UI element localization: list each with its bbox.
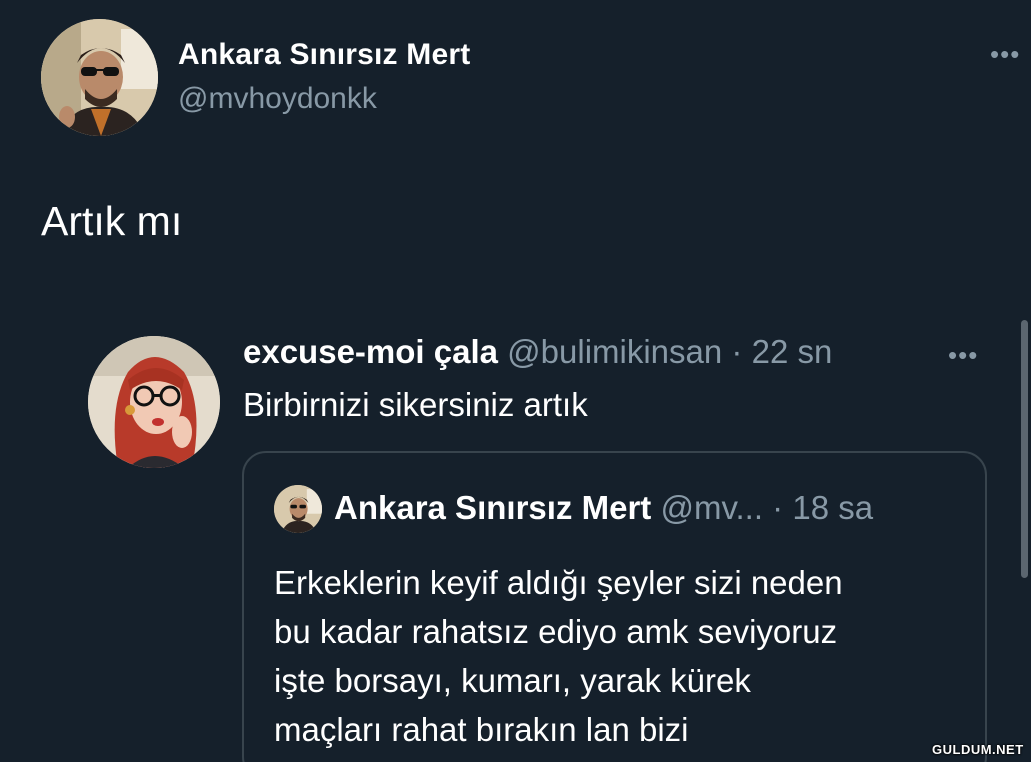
quoted-tweet-text: Erkeklerin keyif aldığı şeyler sizi nede… bbox=[274, 558, 964, 754]
avatar-image bbox=[41, 19, 158, 136]
quoted-text-line: işte borsayı, kumarı, yarak kürek bbox=[274, 662, 751, 699]
quoted-author-avatar bbox=[274, 485, 322, 533]
main-author-name[interactable]: Ankara Sınırsız Mert bbox=[178, 38, 470, 72]
reply-header: excuse-moi çala @bulimikinsan · 22 sn bbox=[243, 333, 832, 371]
watermark: GULDUM.NET bbox=[932, 742, 1024, 757]
separator-dot: · bbox=[731, 333, 743, 370]
separator-dot: · bbox=[772, 489, 784, 526]
quoted-header: Ankara Sınırsız Mert @mv... · 18 sa bbox=[334, 489, 873, 527]
avatar-image bbox=[88, 336, 220, 468]
reply-timestamp[interactable]: 22 sn bbox=[752, 333, 833, 370]
quoted-text-line: maçları rahat bırakın lan bizi bbox=[274, 711, 689, 748]
avatar-image bbox=[274, 485, 322, 533]
reply-tweet-text: Birbirnizi sikersiniz artık bbox=[243, 386, 588, 423]
scrollbar[interactable] bbox=[1021, 320, 1028, 578]
more-horizontal-icon[interactable]: ••• bbox=[948, 340, 978, 371]
main-tweet-text: Artık mı bbox=[41, 198, 183, 244]
main-author-avatar[interactable] bbox=[41, 19, 158, 136]
quoted-author-name: Ankara Sınırsız Mert bbox=[334, 489, 652, 526]
main-author-handle[interactable]: @mvhoydonkk bbox=[178, 82, 377, 116]
reply-author-name[interactable]: excuse-moi çala bbox=[243, 333, 498, 370]
twitter-page: Ankara Sınırsız Mert @mvhoydonkk ••• Art… bbox=[0, 0, 1031, 762]
quoted-text-line: bu kadar rahatsız ediyo amk seviyoruz bbox=[274, 613, 838, 650]
quoted-timestamp: 18 sa bbox=[792, 489, 874, 526]
quoted-author-handle: @mv... bbox=[660, 489, 763, 526]
more-horizontal-icon[interactable]: ••• bbox=[990, 41, 1020, 67]
quoted-text-line: Erkeklerin keyif aldığı şeyler sizi nede… bbox=[274, 564, 843, 601]
reply-author-handle[interactable]: @bulimikinsan bbox=[507, 333, 722, 370]
reply-author-avatar[interactable] bbox=[88, 336, 220, 468]
